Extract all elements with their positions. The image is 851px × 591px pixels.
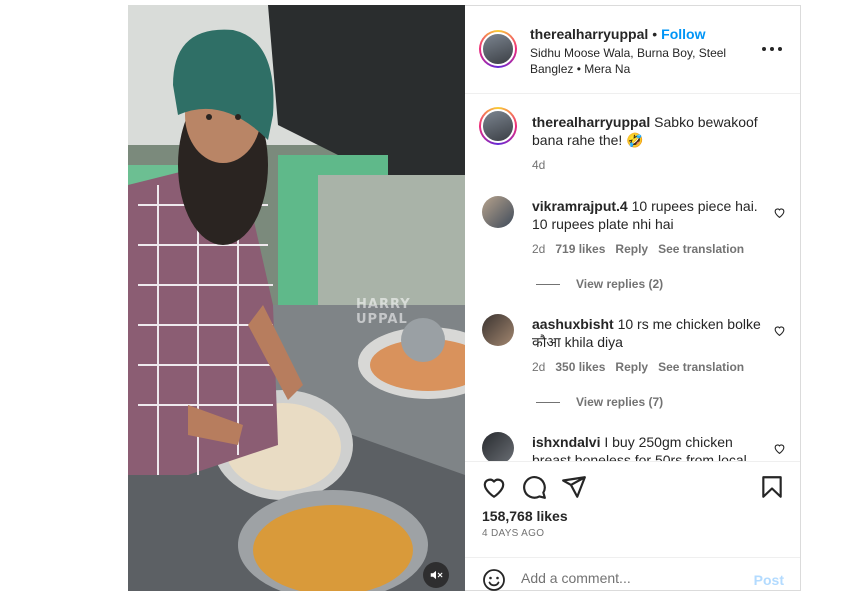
more-options-button[interactable] bbox=[762, 42, 782, 56]
author-line: therealharryuppal • Follow bbox=[530, 26, 706, 42]
author-avatar[interactable] bbox=[479, 30, 517, 68]
caption-body: therealharryuppal Sabko bewakoof bana ra… bbox=[532, 113, 772, 149]
see-translation-button[interactable]: See translation bbox=[658, 360, 744, 374]
mute-button[interactable] bbox=[423, 562, 449, 588]
likes-count[interactable]: 158,768 likes bbox=[482, 508, 568, 524]
comment-username[interactable]: vikramrajput.4 bbox=[532, 198, 628, 214]
separator-dot: • bbox=[652, 26, 658, 42]
view-replies-label: View replies (2) bbox=[576, 277, 664, 291]
comment-like-icon[interactable] bbox=[773, 442, 786, 455]
see-translation-button[interactable]: See translation bbox=[658, 242, 744, 256]
comment-body: aashuxbisht 10 rs me chicken bolke कौआ k… bbox=[532, 315, 772, 351]
comment-like-icon[interactable] bbox=[773, 324, 786, 337]
comment-meta: 2d 719 likes Reply See translation bbox=[532, 242, 754, 256]
post-comment-button[interactable]: Post bbox=[754, 572, 784, 588]
comment-like-icon[interactable] bbox=[773, 206, 786, 219]
comment-input[interactable] bbox=[521, 566, 741, 590]
bookmark-icon[interactable] bbox=[759, 474, 785, 500]
emoji-icon[interactable] bbox=[482, 568, 506, 591]
caption-username[interactable]: therealharryuppal bbox=[532, 114, 650, 130]
more-horizontal-icon bbox=[762, 47, 766, 51]
view-replies-button[interactable]: View replies (7) bbox=[536, 395, 663, 409]
comment-likes[interactable]: 350 likes bbox=[555, 360, 605, 374]
comments-list[interactable]: therealharryuppal Sabko bewakoof bana ra… bbox=[465, 95, 800, 461]
view-replies-label: View replies (7) bbox=[576, 395, 664, 409]
comment-meta: 2d 350 likes Reply See translation bbox=[532, 360, 754, 374]
replies-divider bbox=[536, 284, 560, 286]
post-actions: 158,768 likes 4 DAYS AGO bbox=[465, 461, 800, 557]
caption-time: 4d bbox=[532, 158, 546, 172]
reply-button[interactable]: Reply bbox=[615, 242, 648, 256]
comment-composer: Post bbox=[465, 557, 800, 591]
author-username[interactable]: therealharryuppal bbox=[530, 26, 648, 42]
comment-avatar[interactable] bbox=[482, 314, 514, 346]
speaker-muted-icon bbox=[430, 570, 443, 580]
comment-body: vikramrajput.4 10 rupees piece hai. 10 r… bbox=[532, 197, 772, 233]
comment-username[interactable]: aashuxbisht bbox=[532, 316, 614, 332]
comment-time: 2d bbox=[532, 360, 546, 374]
comment-likes[interactable]: 719 likes bbox=[555, 242, 605, 256]
post-sidebar: therealharryuppal • Follow Sidhu Moose Wal… bbox=[465, 5, 801, 591]
view-replies-button[interactable]: View replies (2) bbox=[536, 277, 663, 291]
comment-icon[interactable] bbox=[521, 474, 547, 500]
comment-username[interactable]: ishxndalvi bbox=[532, 434, 600, 450]
comment-time: 2d bbox=[532, 242, 546, 256]
video-watermark: HARRY UPPAL bbox=[356, 297, 411, 327]
comment-avatar[interactable] bbox=[482, 432, 514, 461]
post-media[interactable]: HARRY UPPAL bbox=[128, 5, 465, 591]
post-time: 4 DAYS AGO bbox=[482, 528, 545, 539]
share-icon[interactable] bbox=[561, 474, 587, 500]
replies-divider bbox=[536, 402, 560, 404]
caption-avatar[interactable] bbox=[479, 107, 517, 145]
follow-button[interactable]: Follow bbox=[661, 26, 705, 42]
heart-icon[interactable] bbox=[481, 474, 507, 500]
post-header: therealharryuppal • Follow Sidhu Moose Wal… bbox=[465, 6, 800, 94]
comment-avatar[interactable] bbox=[482, 196, 514, 228]
audio-track-link[interactable]: Sidhu Moose Wala, Burna Boy, Steel Bangl… bbox=[530, 45, 735, 77]
comment-body: ishxndalvi I buy 250gm chicken breast bo… bbox=[532, 433, 772, 461]
reply-button[interactable]: Reply bbox=[615, 360, 648, 374]
